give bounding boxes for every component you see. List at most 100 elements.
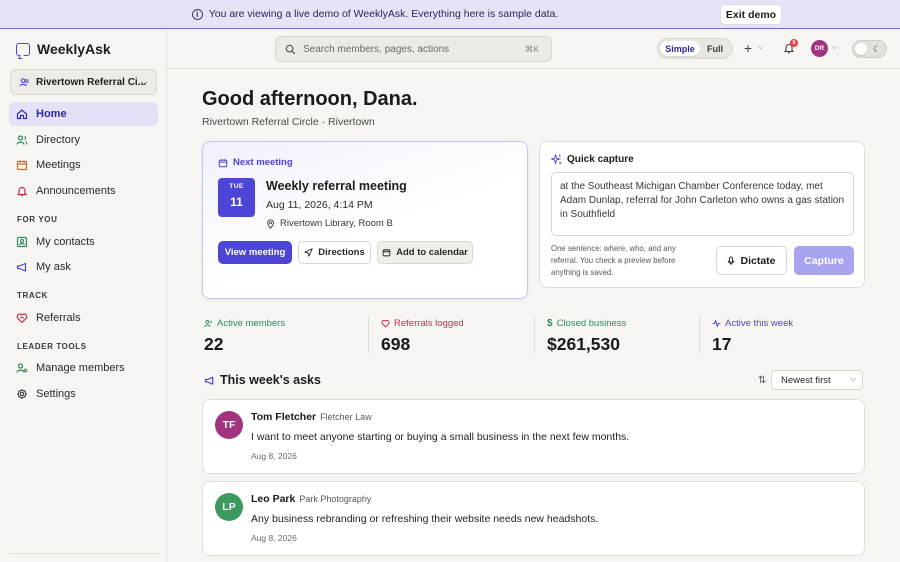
sidebar-item-my-contacts[interactable]: My contacts [9, 230, 158, 254]
sidebar-item-manage-members[interactable]: Manage members [9, 356, 158, 380]
moon-icon: ☾ [872, 44, 881, 54]
stat-value: 17 [712, 334, 732, 354]
chat-bubble-icon [16, 42, 30, 56]
dictate-label: Dictate [740, 254, 776, 267]
ask-card[interactable]: TF Tom Fletcher Fletcher Law I want to me… [202, 399, 865, 474]
section-label-for-you: FOR YOU [17, 215, 58, 224]
capture-button[interactable]: Capture [794, 246, 854, 275]
stat-active-this-week: Active this week 17 [712, 318, 793, 355]
ask-author-name: Leo Park [251, 493, 296, 505]
stat-label-row: $ Closed business [547, 318, 626, 329]
ask-author-company: Park Photography [299, 494, 372, 504]
sidebar-item-label: Home [36, 108, 67, 120]
mode-simple-button[interactable]: Simple [660, 41, 700, 56]
next-meeting-label: Next meeting [218, 157, 293, 168]
next-meeting-label-text: Next meeting [233, 157, 293, 168]
stat-referrals-logged: Referrals logged 698 [381, 318, 464, 355]
users-cog-icon [16, 362, 28, 374]
stat-value: 22 [204, 334, 224, 354]
search-shortcut: ⌘K [524, 43, 539, 54]
quick-capture-hint: One sentence: where, who, and any referr… [551, 244, 676, 277]
stat-divider [368, 316, 369, 354]
stat-value: 698 [381, 334, 411, 354]
sidebar-item-directory[interactable]: Directory [9, 128, 158, 152]
dictate-button[interactable]: Dictate [716, 246, 787, 275]
sidebar: WeeklyAsk Rivertown Referral Ci... ⌵ Hom… [0, 29, 167, 562]
org-name: Rivertown Referral Ci... [36, 76, 147, 88]
add-to-calendar-button[interactable]: Add to calendar [377, 241, 473, 264]
date-day: 11 [230, 195, 243, 209]
sidebar-item-home[interactable]: Home [9, 102, 158, 126]
view-mode-toggle: Simple Full [657, 38, 733, 59]
activity-icon [712, 320, 721, 327]
search-icon [285, 44, 296, 54]
stat-label-row: Referrals logged [381, 318, 464, 329]
navigation-arrow-icon [304, 248, 313, 257]
sidebar-item-referrals[interactable]: Referrals [9, 306, 158, 330]
date-tile: TUE 11 [218, 178, 255, 217]
page-subtitle: Rivertown Referral Circle · Rivertown [202, 116, 375, 128]
microphone-icon [728, 256, 735, 265]
search-input[interactable]: Search members, pages, actions ⌘K [275, 36, 552, 62]
sidebar-item-my-ask[interactable]: My ask [9, 255, 158, 279]
sidebar-item-label: My contacts [36, 236, 95, 248]
stat-label: Closed business [556, 318, 627, 329]
asks-title-text: This week's asks [220, 373, 321, 387]
sidebar-item-meetings[interactable]: Meetings [9, 153, 158, 177]
org-switcher[interactable]: Rivertown Referral Ci... ⌵ [10, 69, 157, 95]
stat-divider [534, 316, 535, 354]
ask-card[interactable]: LP Leo Park Park Photography Any business… [202, 481, 865, 556]
home-icon [16, 108, 28, 120]
sidebar-divider [9, 553, 158, 554]
meeting-location: Rivertown Library, Room B [266, 218, 393, 229]
page-title: Good afternoon, Dana. [202, 88, 418, 110]
stat-label: Active members [217, 318, 286, 329]
view-meeting-button[interactable]: View meeting [218, 241, 292, 264]
megaphone-icon [204, 376, 214, 385]
stat-label-row: Active members [204, 318, 285, 329]
theme-toggle[interactable]: ☾ [852, 40, 887, 58]
quick-capture-textarea[interactable]: at the Southeast Michigan Chamber Confer… [551, 172, 854, 236]
megaphone-icon [16, 261, 28, 273]
sort-select[interactable]: Newest first ⌵ [771, 370, 863, 390]
user-avatar[interactable]: DR [811, 40, 828, 57]
users-icon [204, 320, 212, 328]
plus-icon[interactable]: + [744, 41, 752, 55]
directions-button[interactable]: Directions [298, 241, 371, 264]
chevron-down-icon[interactable]: ⌵ [832, 44, 837, 52]
section-label-track: TRACK [17, 291, 48, 300]
chevron-down-icon: ⌵ [850, 376, 856, 383]
ask-author: Leo Park Park Photography [251, 493, 371, 505]
sidebar-item-label: Referrals [36, 312, 81, 324]
ask-author: Tom Fletcher Fletcher Law [251, 411, 372, 423]
heart-handshake-icon [381, 320, 390, 328]
sidebar-item-label: Settings [36, 388, 76, 400]
exit-demo-button[interactable]: Exit demo [721, 5, 781, 24]
avatar: TF [215, 411, 243, 439]
ask-date: Aug 8, 2026 [251, 533, 297, 543]
chevron-down-icon[interactable]: ⌵ [758, 44, 763, 52]
top-bar: Search members, pages, actions ⌘K Simple… [167, 29, 900, 69]
stat-label-row: Active this week [712, 318, 793, 329]
stat-value: $261,530 [547, 334, 620, 354]
sidebar-item-label: Manage members [36, 362, 125, 374]
mode-full-button[interactable]: Full [700, 44, 730, 54]
avatar: LP [215, 493, 243, 521]
sidebar-item-announcements[interactable]: Announcements [9, 179, 158, 203]
add-to-calendar-label: Add to calendar [396, 247, 468, 258]
search-placeholder: Search members, pages, actions [303, 43, 450, 55]
stat-label: Active this week [725, 318, 794, 329]
brand[interactable]: WeeklyAsk [16, 41, 111, 57]
stat-closed-business: $ Closed business $261,530 [547, 318, 626, 355]
sidebar-item-label: Announcements [36, 185, 116, 197]
meeting-location-text: Rivertown Library, Room B [280, 218, 393, 229]
sidebar-item-label: Directory [36, 134, 81, 146]
info-icon: i [191, 8, 203, 20]
sort-select-value: Newest first [781, 374, 831, 386]
quick-capture-card: Quick capture at the Southeast Michigan … [539, 141, 865, 288]
asks-section-title: This week's asks [204, 373, 321, 387]
sidebar-item-settings[interactable]: Settings [9, 382, 158, 406]
stat-label: Referrals logged [394, 318, 464, 329]
gear-icon [16, 388, 28, 400]
ask-author-company: Fletcher Law [320, 412, 372, 422]
